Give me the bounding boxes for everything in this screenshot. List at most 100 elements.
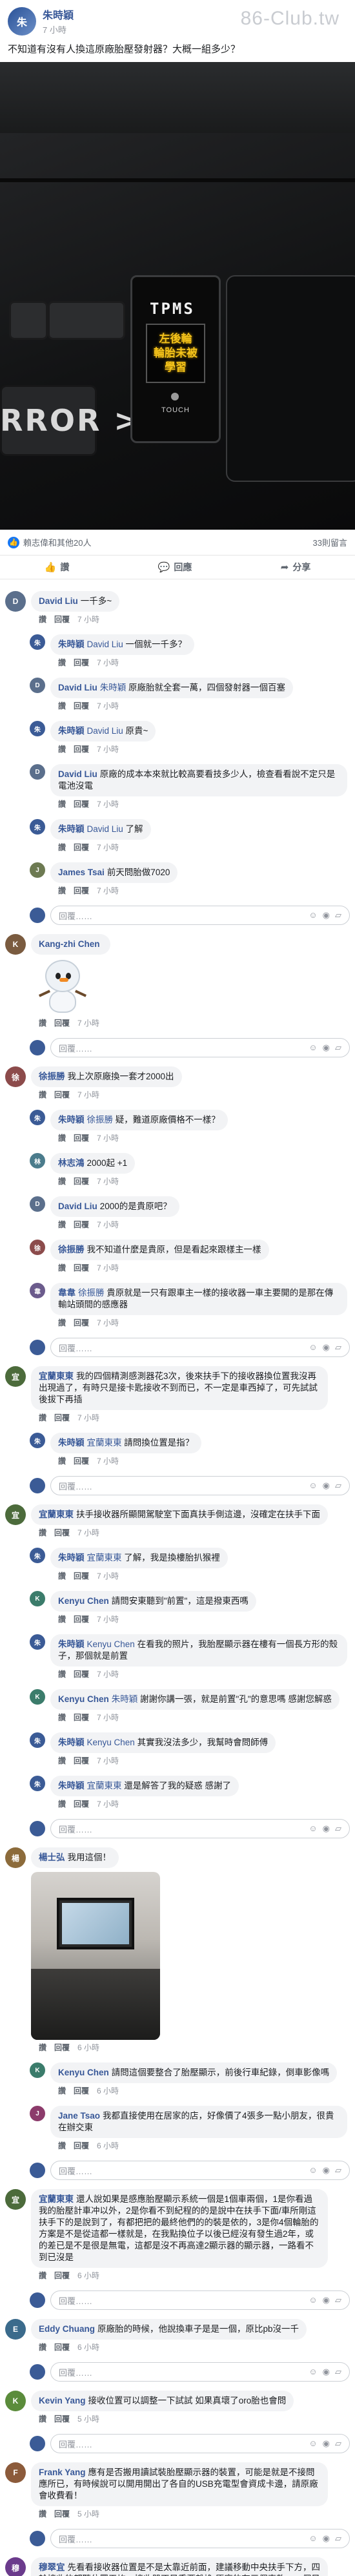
commenter-avatar[interactable]: K — [30, 1591, 45, 1606]
comment-like-link[interactable]: 讚 — [39, 1527, 46, 1538]
comment-reply-link[interactable]: 回覆 — [74, 700, 89, 711]
emoji-icon[interactable]: ☺ — [309, 2165, 317, 2176]
comment-reply-link[interactable]: 回覆 — [74, 1176, 89, 1187]
comment-author[interactable]: 朱時穎 — [58, 1438, 85, 1448]
comment-mention[interactable]: Kenyu Chen — [87, 1639, 135, 1649]
comment-author[interactable]: 徐振勝 — [58, 1245, 85, 1254]
comment-reply-link[interactable]: 回覆 — [74, 1317, 89, 1328]
comment-reply-link[interactable]: 回覆 — [74, 1219, 89, 1230]
comment-reply-link[interactable]: 回覆 — [54, 2042, 70, 2053]
emoji-icon[interactable]: ☺ — [309, 1480, 317, 1491]
commenter-avatar[interactable]: J — [30, 2106, 45, 2121]
comment-mention[interactable]: 宜蘭東東 — [87, 1781, 122, 1791]
emoji-icon[interactable]: ☺ — [309, 1823, 317, 1834]
comment-author[interactable]: 朱時穎 — [58, 1781, 85, 1791]
comment-time[interactable]: 7 小時 — [77, 614, 99, 625]
reply-input[interactable]: 回覆…… ☺ ◉ ▱ — [50, 2161, 350, 2180]
emoji-icon[interactable]: ☺ — [309, 2438, 317, 2449]
reply-input[interactable]: 回覆…… ☺ ◉ ▱ — [50, 1476, 350, 1495]
sticker-icon[interactable]: ▱ — [335, 2367, 341, 2377]
comment-time[interactable]: 7 小時 — [97, 1668, 119, 1679]
sticker-icon[interactable]: ▱ — [335, 1823, 341, 1834]
comment-reply-link[interactable]: 回覆 — [54, 1017, 70, 1028]
comment-like-link[interactable]: 讚 — [58, 1132, 66, 1143]
comment-like-link[interactable]: 讚 — [39, 1017, 46, 1028]
comment-time[interactable]: 7 小時 — [97, 1798, 119, 1809]
comment-reply-link[interactable]: 回覆 — [74, 1455, 89, 1466]
comment-like-link[interactable]: 讚 — [58, 1570, 66, 1581]
comment-like-link[interactable]: 讚 — [58, 2140, 66, 2151]
comment-author[interactable]: 宜蘭東東 — [39, 1510, 74, 1519]
comment-time[interactable]: 7 小時 — [97, 1614, 119, 1625]
comment-like-link[interactable]: 讚 — [58, 743, 66, 754]
comment-time[interactable]: 7 小時 — [97, 1712, 119, 1723]
sticker-icon[interactable]: ▱ — [335, 2295, 341, 2305]
comment-like-link[interactable]: 讚 — [58, 1755, 66, 1766]
comment-author[interactable]: Frank Yang — [39, 2467, 86, 2477]
sticker-icon[interactable]: ▱ — [335, 2165, 341, 2176]
camera-icon[interactable]: ◉ — [323, 1342, 330, 1353]
comment-reply-link[interactable]: 回覆 — [54, 1527, 70, 1538]
comment-like-link[interactable]: 讚 — [39, 1089, 46, 1100]
camera-icon[interactable]: ◉ — [323, 2367, 330, 2377]
commenter-avatar[interactable]: 宜 — [5, 1504, 26, 1525]
comment-time[interactable]: 7 小時 — [97, 657, 119, 668]
comment-reply-link[interactable]: 回覆 — [74, 885, 89, 896]
comment-author[interactable]: 宜蘭東東 — [39, 2194, 74, 2204]
comment-reply-link[interactable]: 回覆 — [74, 842, 89, 853]
emoji-icon[interactable]: ☺ — [309, 910, 317, 920]
comment-time[interactable]: 6 小時 — [77, 2042, 99, 2053]
comment-reply-link[interactable]: 回覆 — [54, 2342, 70, 2353]
comment-author[interactable]: Eddy Chuang — [39, 2324, 95, 2334]
camera-icon[interactable]: ◉ — [323, 2295, 330, 2305]
comment-mention[interactable]: 朱時穎 — [112, 1694, 138, 1704]
comment-like-link[interactable]: 讚 — [58, 885, 66, 896]
commenter-avatar[interactable]: 徐 — [5, 1066, 26, 1087]
emoji-icon[interactable]: ☺ — [309, 1043, 317, 1053]
comment-author[interactable]: 朱時穎 — [58, 1553, 85, 1563]
comment-author[interactable]: 宜蘭東東 — [39, 1371, 74, 1381]
comment-time[interactable]: 7 小時 — [97, 1262, 119, 1273]
commenter-avatar[interactable]: 林 — [30, 1153, 45, 1169]
comment-like-link[interactable]: 讚 — [58, 1798, 66, 1809]
comment-reply-link[interactable]: 回覆 — [74, 1570, 89, 1581]
comment-author[interactable]: 朱時穎 — [58, 1115, 85, 1125]
comment-reply-link[interactable]: 回覆 — [54, 1412, 70, 1423]
camera-icon[interactable]: ◉ — [323, 2438, 330, 2449]
commenter-avatar[interactable]: 穆 — [5, 2557, 26, 2576]
commenter-avatar[interactable]: E — [5, 2319, 26, 2340]
comment-mention[interactable]: Kenyu Chen — [87, 1738, 135, 1747]
comment-time[interactable]: 7 小時 — [77, 1527, 99, 1538]
comment-time[interactable]: 6 小時 — [97, 2085, 119, 2096]
comment-like-link[interactable]: 讚 — [39, 2042, 46, 2053]
comment-like-link[interactable]: 讚 — [58, 1712, 66, 1723]
camera-icon[interactable]: ◉ — [323, 1823, 330, 1834]
comment-like-link[interactable]: 讚 — [58, 1262, 66, 1273]
commenter-avatar[interactable]: D — [30, 678, 45, 693]
commenter-avatar[interactable]: 宜 — [5, 2189, 26, 2210]
comment-button[interactable]: 💬 回應 — [158, 561, 192, 574]
emoji-icon[interactable]: ☺ — [309, 2295, 317, 2305]
comment-time[interactable]: 5 小時 — [77, 2508, 99, 2519]
emoji-icon[interactable]: ☺ — [309, 2533, 317, 2544]
comment-mention[interactable]: 宜蘭東東 — [87, 1438, 122, 1448]
comment-author[interactable]: 朱時穎 — [58, 726, 85, 736]
comment-like-link[interactable]: 讚 — [58, 657, 66, 668]
commenter-avatar[interactable]: D — [5, 591, 26, 612]
comment-time[interactable]: 5 小時 — [77, 2413, 99, 2424]
comment-reply-link[interactable]: 回覆 — [74, 1614, 89, 1625]
comment-author[interactable]: 林志鴻 — [58, 1158, 85, 1168]
comment-like-link[interactable]: 讚 — [58, 1668, 66, 1679]
comment-time[interactable]: 7 小時 — [97, 1317, 119, 1328]
comment-author[interactable]: Kenyu Chen — [58, 1694, 109, 1704]
comment-author[interactable]: 朱時穎 — [58, 639, 85, 649]
comment-mention[interactable]: 宜蘭東東 — [87, 1553, 122, 1563]
commenter-avatar[interactable]: 楊 — [5, 1847, 26, 1868]
commenter-avatar[interactable]: 韋 — [30, 1283, 45, 1298]
commenter-avatar[interactable]: D — [30, 1196, 45, 1212]
comment-reply-link[interactable]: 回覆 — [54, 2270, 70, 2281]
sticker-icon[interactable]: ▱ — [335, 2438, 341, 2449]
commenter-avatar[interactable]: 宜 — [5, 1366, 26, 1387]
comment-author[interactable]: 朱時穎 — [58, 1639, 85, 1649]
commenter-avatar[interactable]: 朱 — [30, 1548, 45, 1563]
